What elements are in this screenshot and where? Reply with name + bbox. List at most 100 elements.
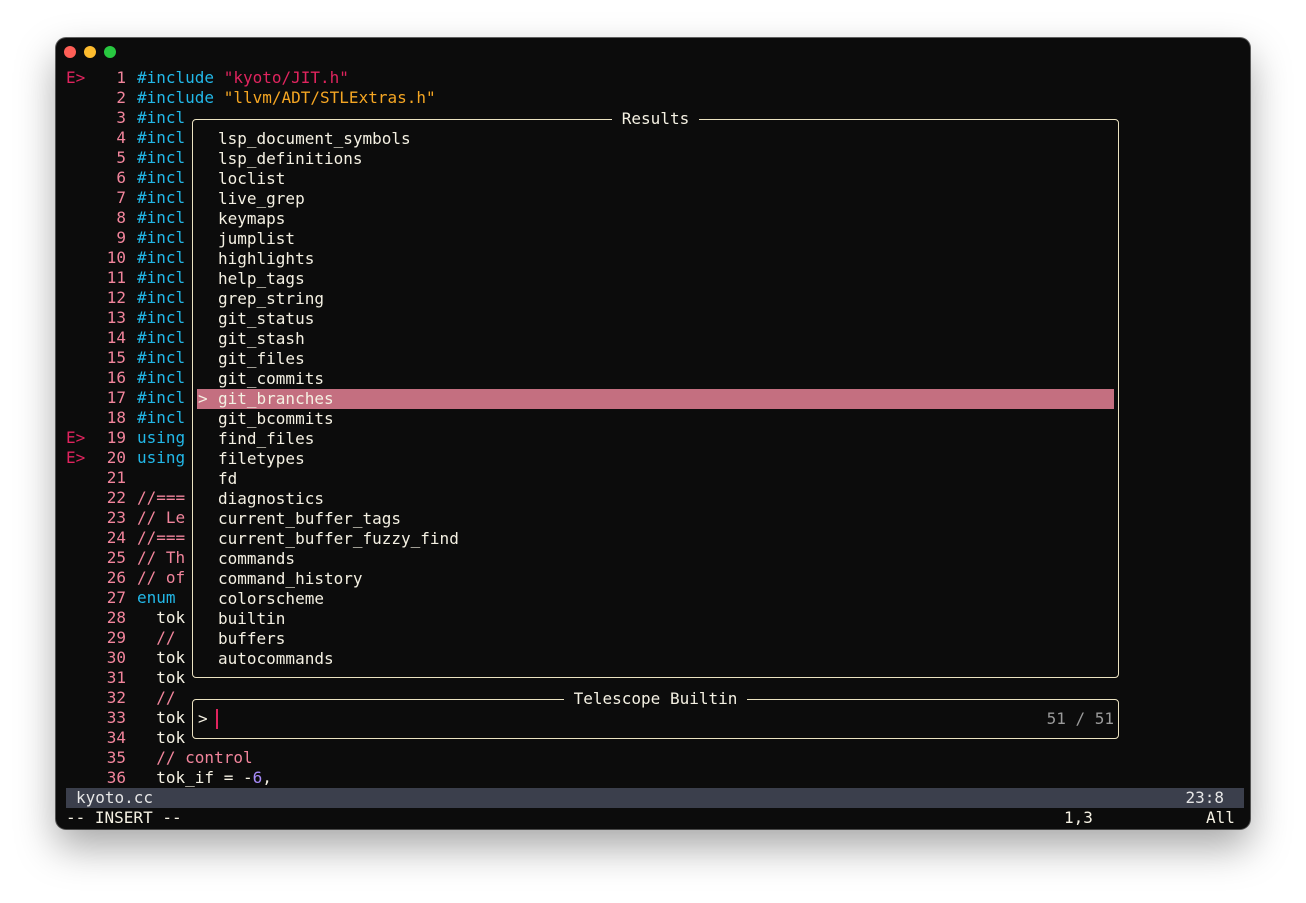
- code-text: tok: [137, 668, 185, 688]
- close-window-button[interactable]: [64, 46, 76, 58]
- code-token: //: [137, 688, 176, 707]
- result-item[interactable]: git_files: [197, 349, 1114, 369]
- result-label: fd: [218, 469, 238, 488]
- code-text: #incl: [137, 128, 185, 148]
- result-item[interactable]: filetypes: [197, 449, 1114, 469]
- code-token: #incl: [137, 408, 186, 427]
- line-number: 9: [116, 228, 126, 247]
- result-item[interactable]: autocommands: [197, 649, 1114, 669]
- code-token: #incl: [137, 308, 186, 327]
- line-number: 33: [106, 708, 126, 727]
- code-text: // Th: [137, 548, 185, 568]
- result-item[interactable]: git_status: [197, 309, 1114, 329]
- code-text: #incl: [137, 168, 185, 188]
- result-item[interactable]: loclist: [197, 169, 1114, 189]
- line-number: 24: [106, 528, 126, 547]
- diagnostic-sign: E>: [66, 448, 86, 467]
- result-item[interactable]: buffers: [197, 629, 1114, 649]
- code-text: #incl: [137, 408, 185, 428]
- result-label: commands: [218, 549, 296, 568]
- code-token: 6: [252, 768, 263, 787]
- line-number: 11: [106, 268, 126, 287]
- result-item[interactable]: keymaps: [197, 209, 1114, 229]
- result-item[interactable]: lsp_definitions: [197, 149, 1114, 169]
- line-number: 19: [106, 428, 126, 447]
- maximize-window-button[interactable]: [104, 46, 116, 58]
- code-text: #incl: [137, 188, 185, 208]
- line-number: 7: [116, 188, 126, 207]
- code-token: #incl: [137, 288, 186, 307]
- code-token: #incl: [137, 368, 186, 387]
- result-label: filetypes: [218, 449, 305, 468]
- result-label: find_files: [218, 429, 315, 448]
- code-text: //===: [137, 488, 185, 508]
- line-number: 20: [106, 448, 126, 467]
- telescope-prompt-panel: Telescope Builtin > 51 / 51: [192, 689, 1119, 739]
- code-token: // Le: [137, 508, 186, 527]
- result-item[interactable]: find_files: [197, 429, 1114, 449]
- line-number: 36: [106, 768, 126, 787]
- result-label: lsp_document_symbols: [218, 129, 411, 148]
- result-item[interactable]: fd: [197, 469, 1114, 489]
- ruler-position: 1,3: [1064, 808, 1093, 827]
- prompt-search-input[interactable]: [223, 709, 823, 729]
- result-item-selected[interactable]: > git_branches: [197, 389, 1114, 409]
- result-label: diagnostics: [218, 489, 324, 508]
- result-item[interactable]: grep_string: [197, 289, 1114, 309]
- result-label: jumplist: [218, 229, 296, 248]
- status-line: kyoto.cc 23:8: [66, 788, 1244, 808]
- result-item[interactable]: jumplist: [197, 229, 1114, 249]
- result-item[interactable]: help_tags: [197, 269, 1114, 289]
- line-number: 30: [106, 648, 126, 667]
- window-controls: [64, 46, 116, 58]
- code-text: #incl: [137, 308, 185, 328]
- code-token: #incl: [137, 208, 186, 227]
- diagnostic-sign: E>: [66, 428, 86, 447]
- code-text: #incl: [137, 348, 185, 368]
- result-item[interactable]: command_history: [197, 569, 1114, 589]
- result-item[interactable]: live_grep: [197, 189, 1114, 209]
- result-item[interactable]: git_commits: [197, 369, 1114, 389]
- line-number: 3: [116, 108, 126, 127]
- line-number: 4: [116, 128, 126, 147]
- code-line[interactable]: 35 // control: [56, 748, 1250, 768]
- result-label: loclist: [218, 169, 286, 188]
- result-label: help_tags: [218, 269, 305, 288]
- code-text: #include "kyoto/JIT.h": [137, 68, 349, 88]
- code-text: //: [137, 628, 175, 648]
- line-number: 16: [106, 368, 126, 387]
- result-item[interactable]: commands: [197, 549, 1114, 569]
- result-item[interactable]: current_buffer_tags: [197, 509, 1114, 529]
- code-token: // Th: [137, 548, 186, 567]
- code-text: tok: [137, 708, 185, 728]
- code-text: tok_if = -6,: [137, 768, 272, 788]
- line-number: 10: [106, 248, 126, 267]
- code-text: // of: [137, 568, 185, 588]
- code-token: "llvm/ADT/STLExtras.h": [223, 88, 436, 107]
- result-item[interactable]: highlights: [197, 249, 1114, 269]
- code-text: using: [137, 448, 185, 468]
- result-label: git_commits: [218, 369, 324, 388]
- result-item[interactable]: current_buffer_fuzzy_find: [197, 529, 1114, 549]
- result-item[interactable]: lsp_document_symbols: [197, 129, 1114, 149]
- code-token: #incl: [137, 348, 186, 367]
- mode-line: -- INSERT -- 1,3 All: [56, 808, 1250, 828]
- code-token: // control: [137, 748, 253, 767]
- result-label: current_buffer_tags: [218, 509, 402, 528]
- result-item[interactable]: colorscheme: [197, 589, 1114, 609]
- result-item[interactable]: git_stash: [197, 329, 1114, 349]
- result-item[interactable]: git_bcommits: [197, 409, 1114, 429]
- code-line[interactable]: E> 1 #include "kyoto/JIT.h": [56, 68, 1250, 88]
- result-label: lsp_definitions: [218, 149, 363, 168]
- result-item[interactable]: diagnostics: [197, 489, 1114, 509]
- result-item[interactable]: builtin: [197, 609, 1114, 629]
- line-number: 26: [106, 568, 126, 587]
- code-line[interactable]: 2 #include "llvm/ADT/STLExtras.h": [56, 88, 1250, 108]
- result-label: keymaps: [218, 209, 286, 228]
- code-text: #incl: [137, 208, 185, 228]
- minimize-window-button[interactable]: [84, 46, 96, 58]
- code-line[interactable]: 36 tok_if = -6,: [56, 768, 1250, 788]
- line-number: 13: [106, 308, 126, 327]
- code-token: "kyoto/JIT.h": [223, 68, 349, 87]
- diagnostic-sign: E>: [66, 68, 86, 87]
